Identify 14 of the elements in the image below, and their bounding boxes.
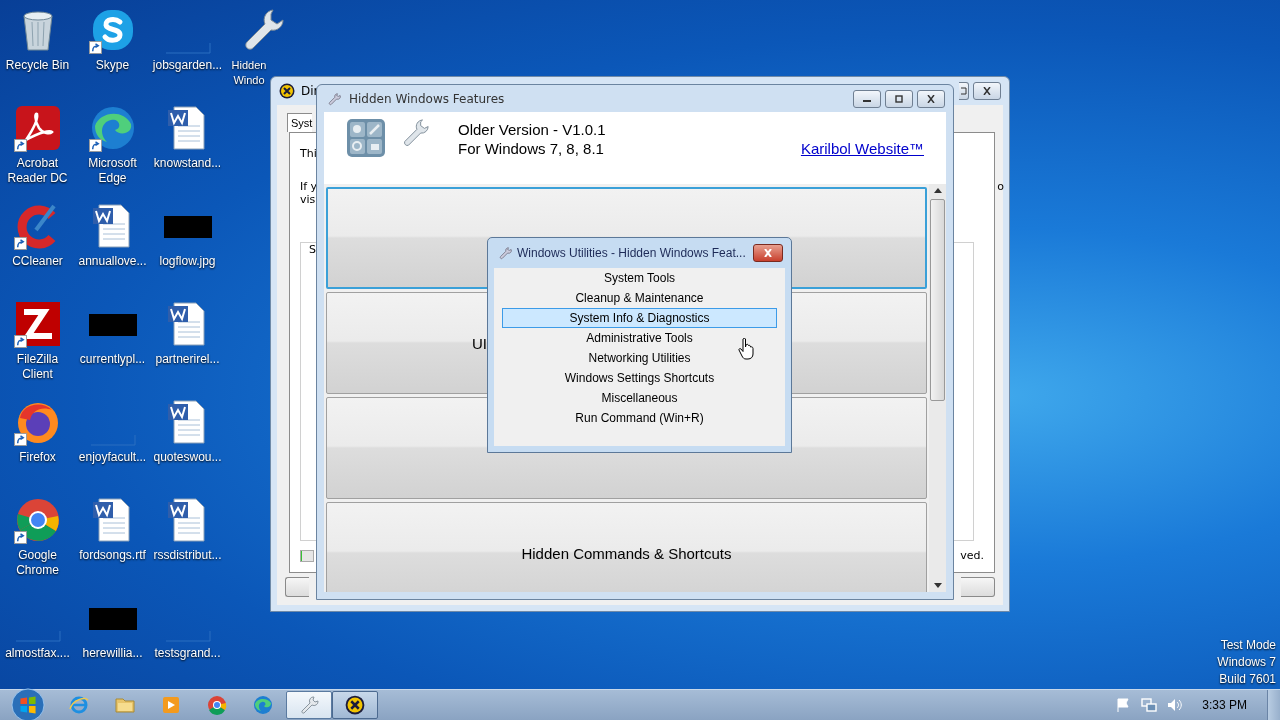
description-text: o bbox=[997, 180, 1004, 193]
description-text: If y bbox=[300, 180, 318, 193]
os-build-text: Test Mode bbox=[1220, 637, 1276, 654]
version-text: Older Version - V1.0.1 bbox=[458, 120, 606, 139]
group-label: S bbox=[309, 243, 316, 256]
window-title: Dir bbox=[301, 84, 319, 98]
description-text: vis bbox=[300, 193, 316, 206]
platforms-text: For Windows 7, 8, 8.1 bbox=[458, 139, 605, 158]
description-text: Thi bbox=[300, 147, 317, 160]
window-title: Hidden Windows Features bbox=[349, 91, 505, 106]
os-build-text: Build 7601 bbox=[1219, 671, 1276, 688]
os-build-text: Windows 7 bbox=[1217, 654, 1276, 671]
window-title: Windows Utilities - Hidden Windows Feat... bbox=[517, 246, 747, 260]
status-text: ved. bbox=[960, 549, 984, 562]
